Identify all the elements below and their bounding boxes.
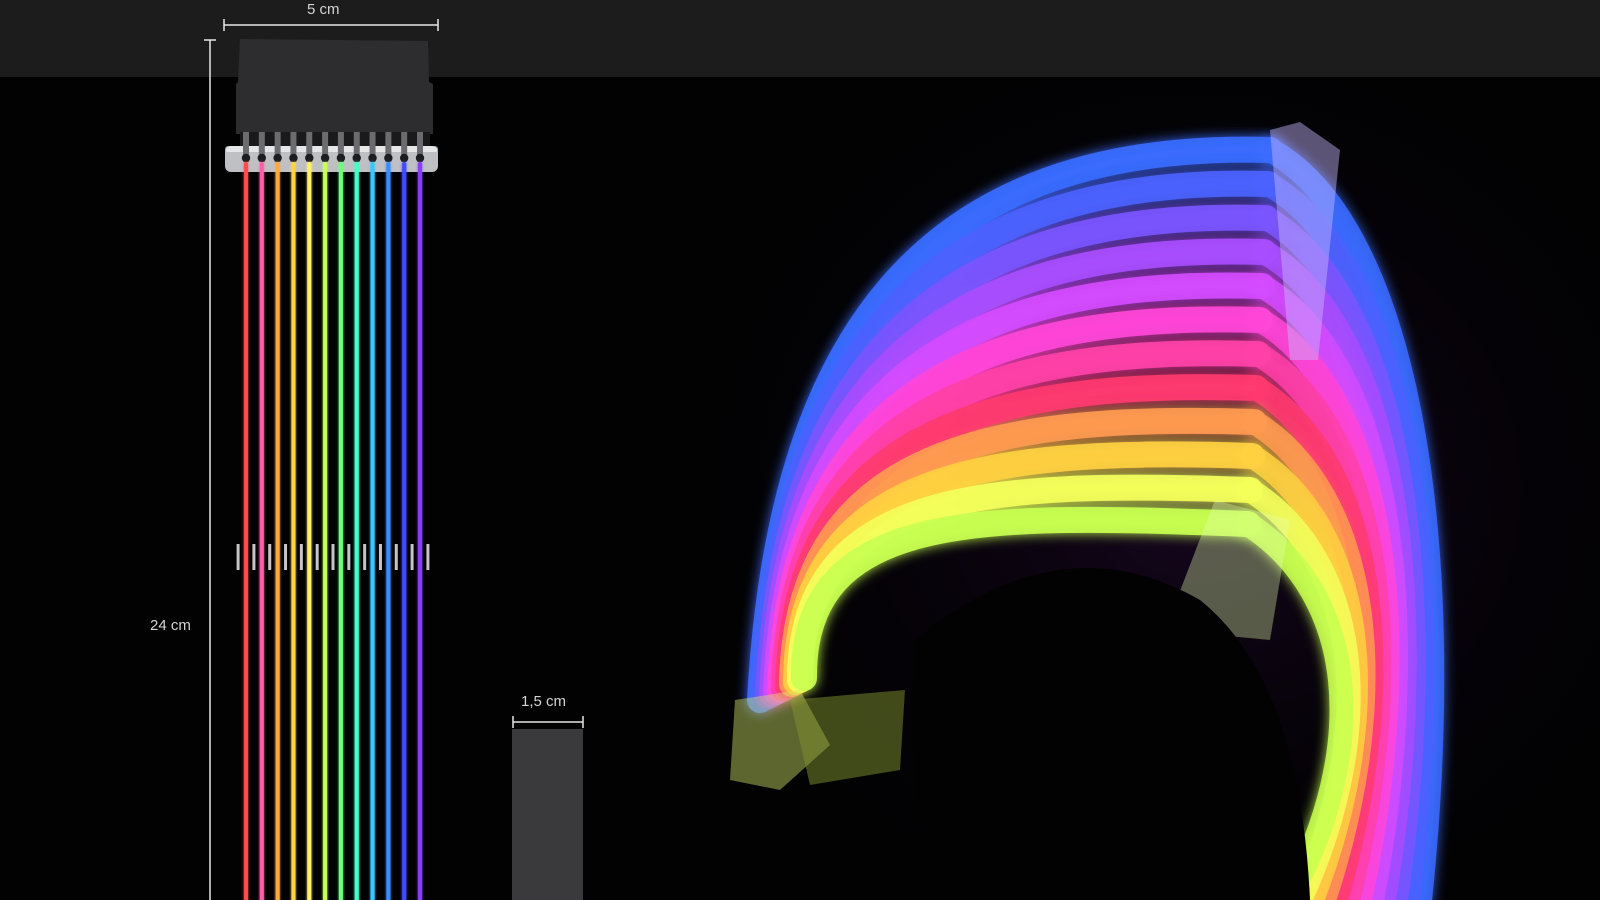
width-label: 5 cm (307, 1, 340, 18)
product-dimensions-scene: 5 cm 24 cm 1,5 cm (0, 0, 1600, 900)
rgb-cable-bundle-photo (700, 80, 1600, 900)
thickness-label: 1,5 cm (521, 693, 567, 710)
length-label: 24 cm (150, 617, 191, 634)
